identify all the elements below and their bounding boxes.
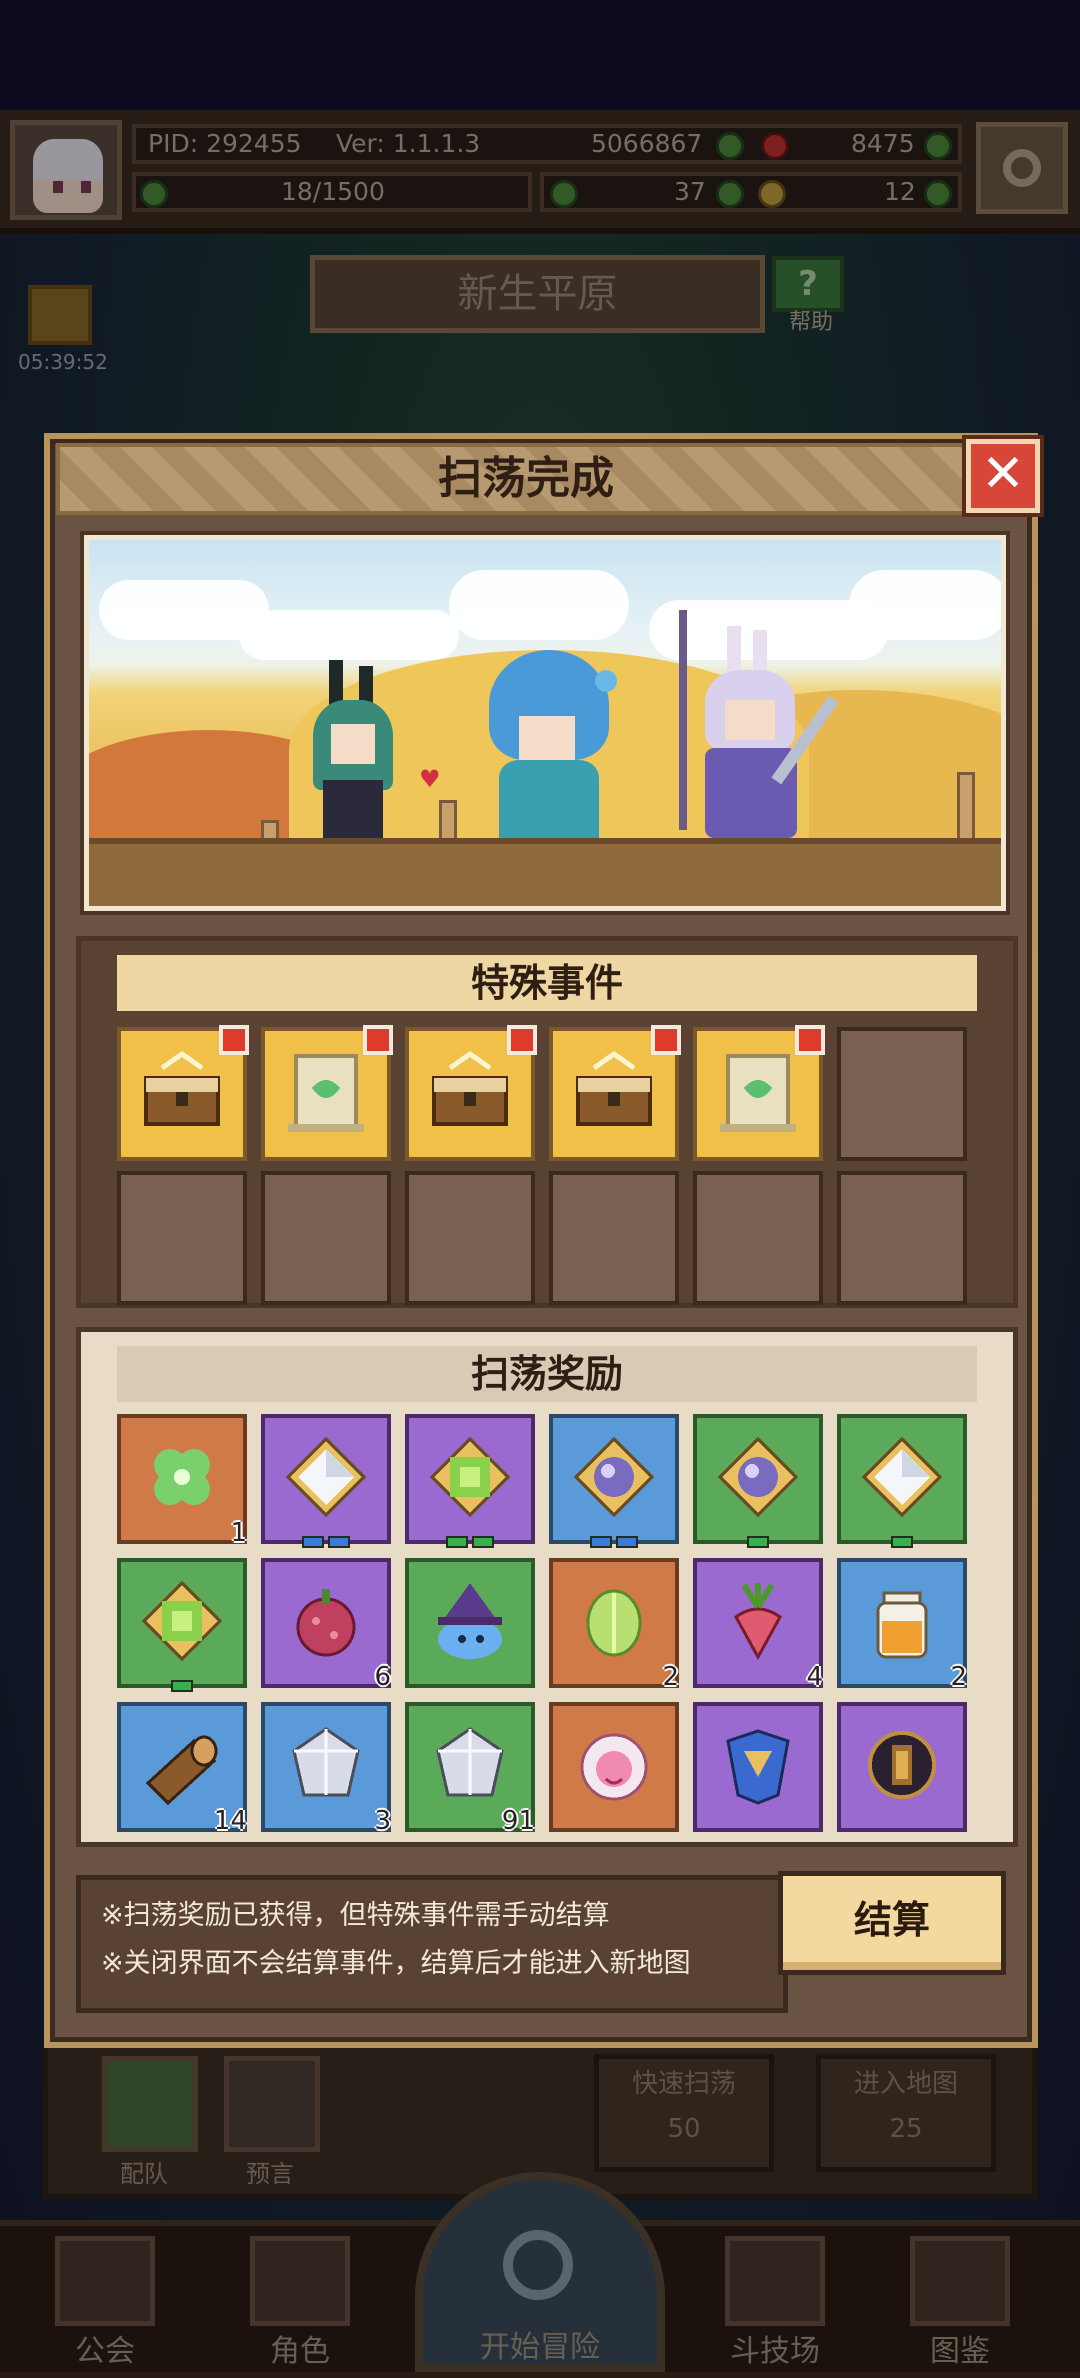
- water-mage-character: [479, 650, 619, 850]
- blue-armor-icon: [714, 1721, 802, 1813]
- wood-log-icon: [138, 1721, 226, 1813]
- reward-count: 1: [230, 1518, 247, 1548]
- close-icon: ✕: [981, 444, 1025, 504]
- sweep-rewards-section: 扫荡奖励 1 6 2 4 2 14 3 91: [76, 1327, 1018, 1847]
- pink-pet-icon: [570, 1721, 658, 1813]
- empty-event-slot: [693, 1171, 823, 1305]
- special-events-title: 特殊事件: [117, 955, 977, 1011]
- reward-count: 3: [374, 1806, 391, 1836]
- cloud: [449, 570, 629, 640]
- close-button[interactable]: ✕: [966, 439, 1040, 513]
- dialog-header: 扫荡完成: [56, 443, 996, 515]
- witch-slime-icon: [426, 1577, 514, 1669]
- cloud: [849, 570, 1001, 640]
- reward-item[interactable]: 2: [549, 1558, 679, 1692]
- green-gem-icon: [138, 1577, 226, 1669]
- empty-event-slot: [117, 1171, 247, 1305]
- reward-item[interactable]: [261, 1414, 391, 1548]
- reward-item[interactable]: 4: [693, 1558, 823, 1692]
- quality-bars: [302, 1536, 350, 1548]
- settle-button[interactable]: 结算: [778, 1871, 1006, 1975]
- reward-item[interactable]: [405, 1558, 535, 1688]
- quality-bars: [171, 1680, 193, 1692]
- reward-item[interactable]: 6: [261, 1558, 391, 1692]
- dark-amulet-icon: [858, 1721, 946, 1813]
- white-gem-icon: [858, 1433, 946, 1525]
- notification-badge: [507, 1025, 537, 1055]
- reward-count: 4: [806, 1662, 823, 1692]
- empty-event-slot: [837, 1027, 967, 1161]
- reward-count: 2: [662, 1662, 679, 1692]
- empty-event-slot: [549, 1171, 679, 1305]
- special-event-slot[interactable]: [405, 1025, 537, 1161]
- notification-badge: [795, 1025, 825, 1055]
- empty-event-slot: [837, 1171, 967, 1305]
- reward-item[interactable]: 2: [837, 1558, 967, 1692]
- special-events-section: 特殊事件: [76, 936, 1018, 1308]
- reward-item[interactable]: 14: [117, 1702, 247, 1836]
- notification-badge: [651, 1025, 681, 1055]
- reward-item[interactable]: [117, 1558, 247, 1692]
- reward-count: 91: [501, 1806, 535, 1836]
- special-event-slot[interactable]: [117, 1025, 249, 1161]
- dialog-title: 扫荡完成: [438, 453, 614, 504]
- reward-item[interactable]: [837, 1702, 967, 1832]
- green-portal-icon: [282, 1048, 370, 1140]
- note-rewards-obtained: ※扫荡奖励已获得，但特殊事件需手动结算: [101, 1900, 610, 1931]
- silver-crystal-icon: [426, 1721, 514, 1813]
- treasure-chest-icon: [570, 1048, 658, 1140]
- dirt-ground: [89, 838, 1001, 906]
- quality-bars: [747, 1536, 769, 1548]
- special-event-slot[interactable]: [693, 1025, 825, 1161]
- reward-item[interactable]: [549, 1702, 679, 1832]
- silver-crystal-icon: [282, 1721, 370, 1813]
- reward-count: 14: [213, 1806, 247, 1836]
- reward-item[interactable]: [837, 1414, 967, 1548]
- reward-count: 2: [950, 1662, 967, 1692]
- reward-count: 6: [374, 1662, 391, 1692]
- treasure-chest-icon: [426, 1048, 514, 1140]
- cloud: [239, 610, 459, 660]
- purple-orb-gem-icon: [570, 1433, 658, 1525]
- radish-icon: [714, 1577, 802, 1669]
- reward-item[interactable]: 3: [261, 1702, 391, 1836]
- treasure-chest-icon: [138, 1048, 226, 1140]
- reward-item[interactable]: 91: [405, 1702, 535, 1836]
- notification-badge: [363, 1025, 393, 1055]
- quality-bars: [446, 1536, 494, 1548]
- purple-orb-gem-icon: [714, 1433, 802, 1525]
- special-event-slot[interactable]: [261, 1025, 393, 1161]
- green-gem-icon: [426, 1433, 514, 1525]
- green-portal-icon: [714, 1048, 802, 1140]
- rabbit-knight-character: [649, 610, 839, 850]
- bunny-girl-character: [309, 660, 399, 850]
- reward-item[interactable]: [693, 1702, 823, 1832]
- clover-icon: [138, 1433, 226, 1525]
- white-gem-icon: [282, 1433, 370, 1525]
- reward-item[interactable]: [549, 1414, 679, 1548]
- honey-jar-icon: [858, 1577, 946, 1669]
- party-scene-image: ♥: [84, 535, 1006, 911]
- note-settle-required: ※关闭界面不会结算事件，结算后才能进入新地图: [101, 1948, 691, 1979]
- notification-badge: [219, 1025, 249, 1055]
- quality-bars: [590, 1536, 638, 1548]
- reward-item[interactable]: [405, 1414, 535, 1548]
- heart-icon: ♥: [419, 765, 441, 793]
- empty-event-slot: [261, 1171, 391, 1305]
- cabbage-icon: [570, 1577, 658, 1669]
- reward-item[interactable]: 1: [117, 1414, 247, 1548]
- sweep-complete-dialog: 扫荡完成 ✕ ♥ 特殊事件 扫荡奖励 1 6 2 4 2 14 3 91 ※扫荡…: [44, 433, 1040, 2048]
- quality-bars: [891, 1536, 913, 1548]
- special-event-slot[interactable]: [549, 1025, 681, 1161]
- reward-item[interactable]: [693, 1414, 823, 1548]
- empty-event-slot: [405, 1171, 535, 1305]
- sweep-notes: ※扫荡奖励已获得，但特殊事件需手动结算 ※关闭界面不会结算事件，结算后才能进入新…: [76, 1875, 788, 2013]
- berry-icon: [282, 1577, 370, 1669]
- sweep-rewards-title: 扫荡奖励: [117, 1346, 977, 1402]
